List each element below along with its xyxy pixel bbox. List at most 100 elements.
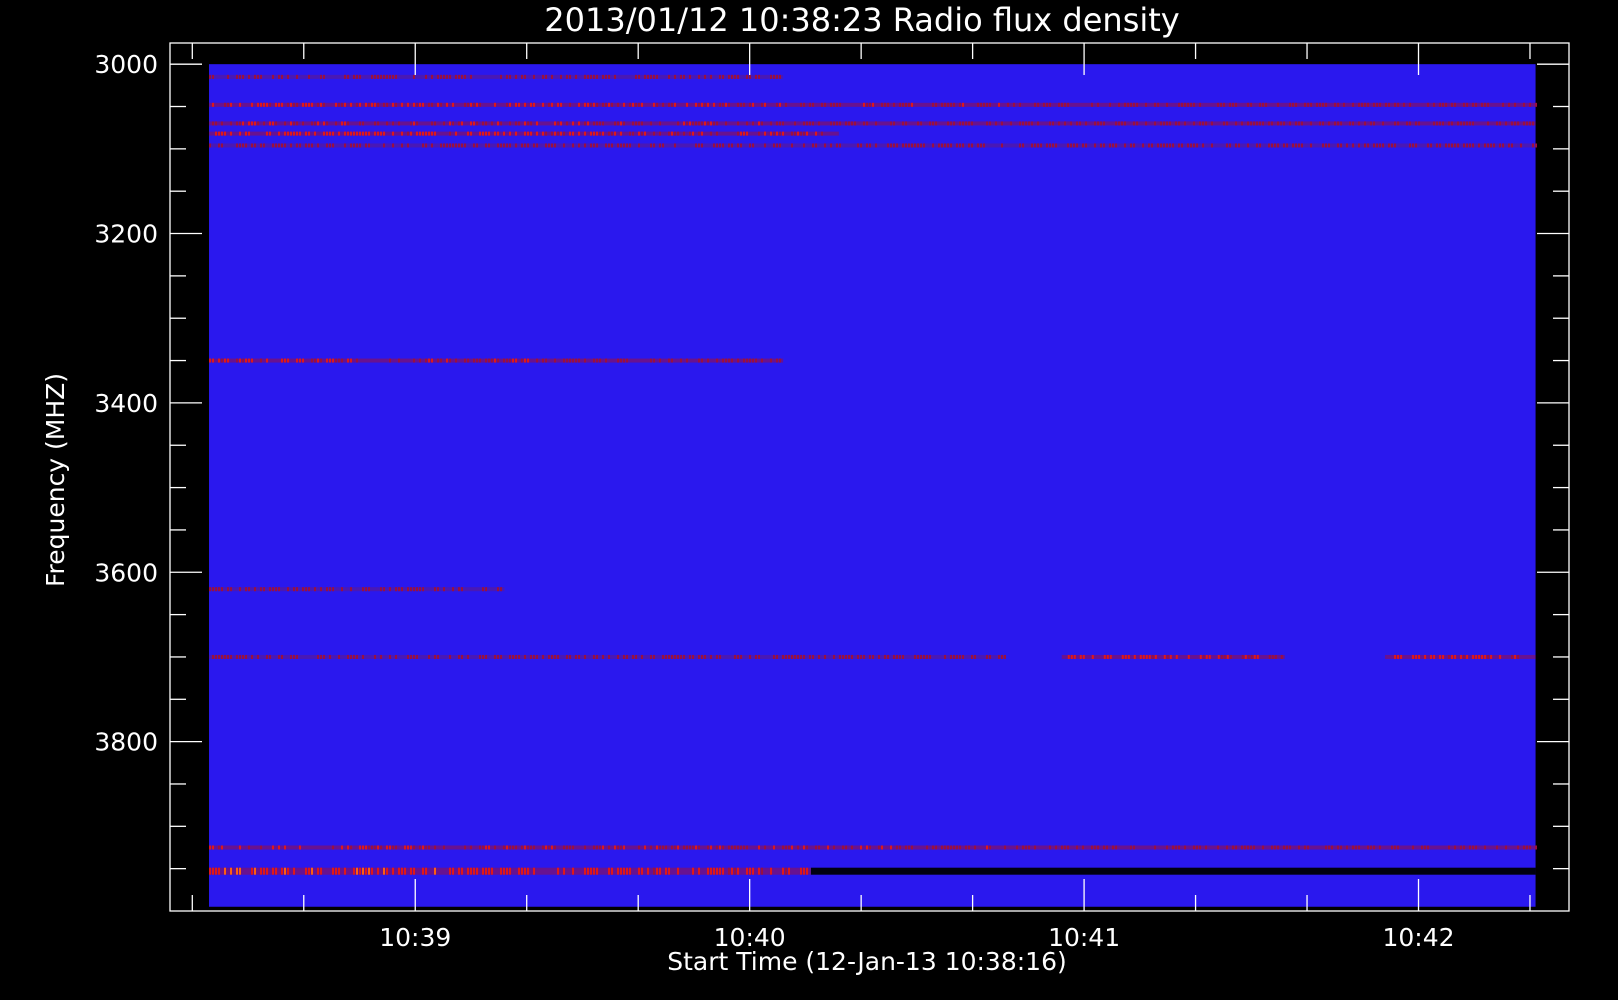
emission-band-segment xyxy=(251,121,254,126)
emission-band-segment xyxy=(1091,845,1094,850)
emission-band-segment xyxy=(1439,102,1442,107)
emission-band-segment xyxy=(1217,102,1220,107)
emission-band-segment xyxy=(974,845,977,850)
emission-band-segment xyxy=(1175,121,1178,126)
emission-band-segment xyxy=(227,358,230,363)
emission-band-segment xyxy=(698,74,701,79)
emission-band-segment xyxy=(833,121,836,126)
emission-band-segment xyxy=(1190,143,1193,148)
emission-band-segment xyxy=(842,654,845,659)
emission-band-segment xyxy=(218,131,221,136)
emission-band-segment xyxy=(494,102,497,107)
emission-band-segment xyxy=(353,74,356,79)
emission-band-segment xyxy=(218,654,221,659)
emission-band-segment xyxy=(278,131,281,136)
emission-band-segment xyxy=(521,358,524,363)
emission-band-segment xyxy=(1358,845,1361,850)
emission-band-segment xyxy=(1064,845,1067,850)
emission-band-segment xyxy=(716,654,719,659)
emission-band-segment xyxy=(911,845,914,850)
emission-band-segment xyxy=(257,121,260,126)
emission-band-segment xyxy=(479,654,482,659)
emission-band-segment xyxy=(866,845,869,850)
emission-band-segment xyxy=(830,121,833,126)
emission-band-segment xyxy=(611,131,614,136)
emission-band-segment xyxy=(506,143,509,148)
emission-band-segment xyxy=(617,845,620,850)
emission-band-segment xyxy=(731,74,734,79)
emission-band-segment xyxy=(806,121,809,126)
emission-band-segment xyxy=(707,845,710,850)
emission-band-segment xyxy=(710,845,713,850)
emission-band-segment xyxy=(464,358,467,363)
emission-band-segment xyxy=(425,867,428,875)
emission-band-segment xyxy=(1136,102,1139,107)
emission-band-segment xyxy=(836,102,839,107)
emission-band-segment xyxy=(698,867,701,875)
emission-band-segment xyxy=(224,131,227,136)
emission-band-segment xyxy=(1232,845,1235,850)
emission-band-segment xyxy=(320,74,323,79)
emission-band-segment xyxy=(716,121,719,126)
emission-band-segment xyxy=(572,358,575,363)
emission-band-segment xyxy=(533,74,536,79)
emission-band-segment xyxy=(941,102,944,107)
emission-band-segment xyxy=(737,121,740,126)
y-tick-label: 3800 xyxy=(94,728,158,757)
emission-band-segment xyxy=(788,654,791,659)
emission-band-segment xyxy=(1472,654,1475,659)
emission-band-segment xyxy=(608,131,611,136)
emission-band-segment xyxy=(1160,143,1163,148)
emission-band-segment xyxy=(209,143,212,148)
emission-band-segment xyxy=(227,587,230,592)
emission-band-segment xyxy=(719,143,722,148)
emission-band-segment xyxy=(527,867,530,875)
emission-band-segment xyxy=(638,74,641,79)
emission-band-segment xyxy=(281,143,284,148)
emission-band-segment xyxy=(413,102,416,107)
emission-band-segment xyxy=(371,867,374,875)
emission-band-segment xyxy=(776,654,779,659)
emission-band-segment xyxy=(626,867,629,875)
emission-band-segment xyxy=(779,102,782,107)
emission-band-segment xyxy=(392,74,395,79)
emission-band-segment xyxy=(1514,654,1517,659)
emission-band-segment xyxy=(659,358,662,363)
emission-band-segment xyxy=(737,131,740,136)
emission-band-segment xyxy=(662,654,665,659)
emission-band-segment xyxy=(986,102,989,107)
emission-band-segment xyxy=(1355,845,1358,850)
emission-band-segment xyxy=(1199,102,1202,107)
emission-band-segment xyxy=(1514,102,1517,107)
emission-band-segment xyxy=(758,845,761,850)
emission-band-segment xyxy=(1229,654,1232,659)
emission-band-segment xyxy=(332,358,335,363)
emission-band-segment xyxy=(317,121,320,126)
emission-band-segment xyxy=(323,102,326,107)
emission-band-segment xyxy=(920,143,923,148)
emission-band-segment xyxy=(716,845,719,850)
emission-band-segment xyxy=(254,587,257,592)
emission-band-segment xyxy=(215,654,218,659)
emission-band-segment xyxy=(1424,654,1427,659)
emission-band-segment xyxy=(401,587,404,592)
emission-band-segment xyxy=(530,102,533,107)
emission-band-segment xyxy=(761,121,764,126)
emission-band-segment xyxy=(266,654,269,659)
emission-band-segment xyxy=(1379,143,1382,148)
emission-band-segment xyxy=(305,102,308,107)
emission-band-segment xyxy=(1235,102,1238,107)
emission-band-segment xyxy=(1460,845,1463,850)
emission-band-segment xyxy=(584,102,587,107)
emission-band-segment xyxy=(737,845,740,850)
emission-band-segment xyxy=(320,654,323,659)
emission-band-segment xyxy=(1145,654,1148,659)
emission-band-segment xyxy=(281,74,284,79)
emission-band-segment xyxy=(1103,143,1106,148)
emission-band-segment xyxy=(293,131,296,136)
emission-band-segment xyxy=(431,102,434,107)
emission-band-segment xyxy=(509,358,512,363)
emission-band-segment xyxy=(1109,143,1112,148)
emission-band-segment xyxy=(452,102,455,107)
emission-band-segment xyxy=(1433,102,1436,107)
